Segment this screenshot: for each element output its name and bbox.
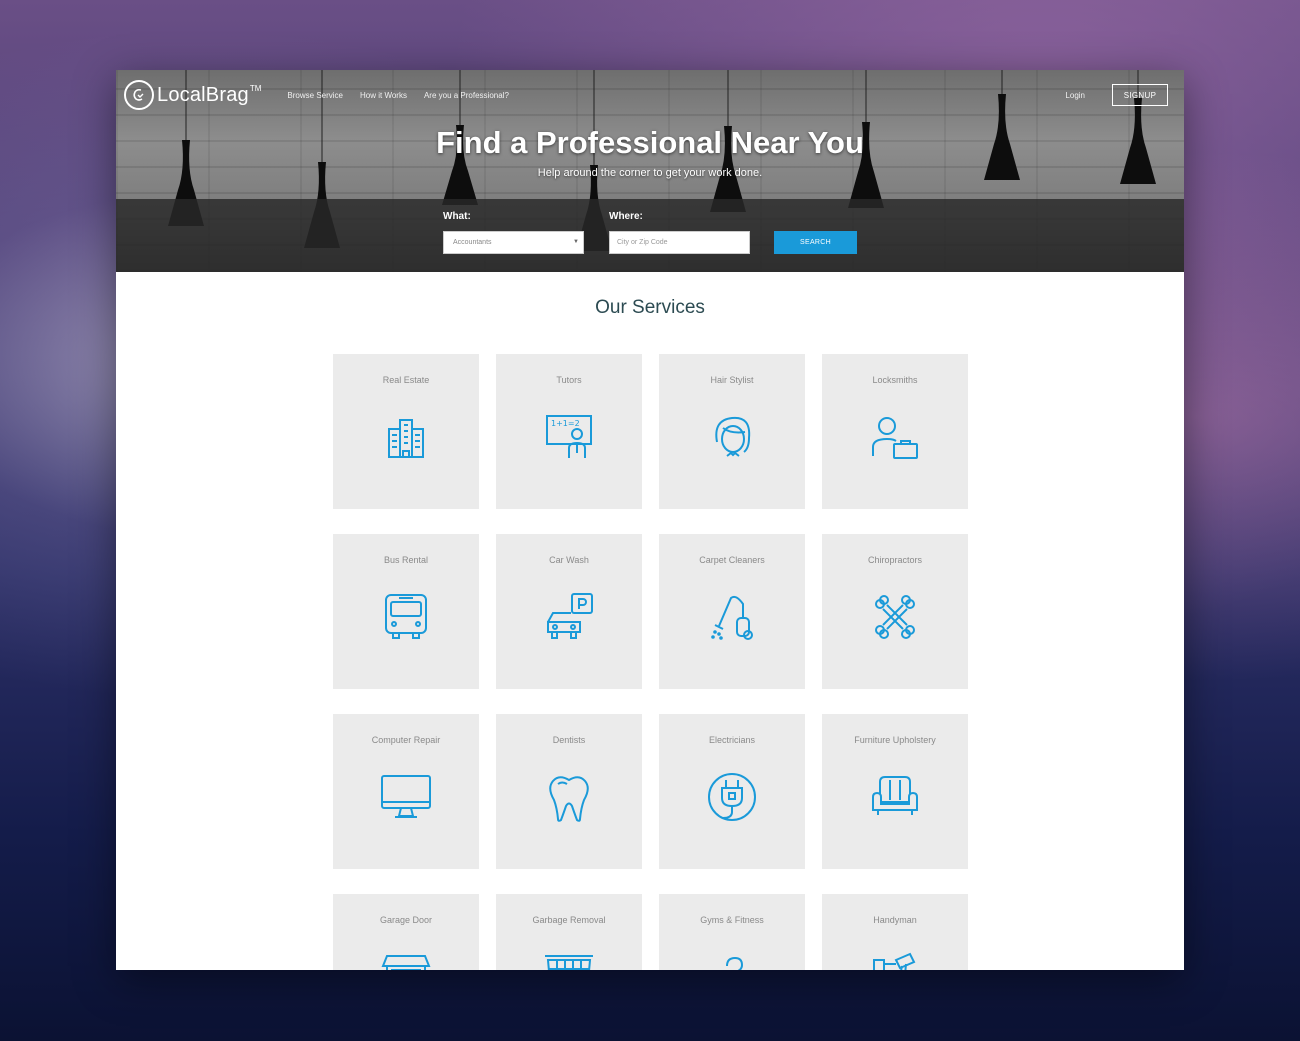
tooth-icon — [544, 772, 594, 822]
service-label: Carpet Cleaners — [699, 555, 765, 565]
service-card-hair-stylist[interactable]: Hair Stylist — [659, 354, 805, 509]
browser-window: LocalBrag TM Browse Service How it Works… — [116, 70, 1184, 970]
signup-button[interactable]: SIGNUP — [1112, 84, 1168, 106]
person-briefcase-icon — [870, 412, 920, 462]
service-card-computer-repair[interactable]: Computer Repair — [333, 714, 479, 869]
what-select[interactable]: Accountants ▼ — [443, 231, 584, 254]
service-card-tutors[interactable]: Tutors 1+1=2 — [496, 354, 642, 509]
monitor-icon — [381, 772, 431, 822]
service-label: Electricians — [708, 735, 755, 745]
service-label: Tutors — [556, 375, 582, 385]
service-label: Gyms & Fitness — [700, 915, 764, 925]
service-card-electricians[interactable]: Electricians — [659, 714, 805, 869]
logo-trademark: TM — [249, 83, 262, 93]
service-label: Dentists — [552, 735, 586, 745]
service-label: Garbage Removal — [532, 915, 606, 925]
what-select-value: Accountants — [453, 239, 492, 246]
tools-icon — [870, 952, 920, 970]
where-label: Where: — [609, 211, 643, 222]
bus-icon — [381, 592, 431, 642]
fitness-icon — [707, 952, 757, 970]
building-icon — [381, 412, 431, 462]
service-card-gyms-fitness[interactable]: Gyms & Fitness — [659, 894, 805, 970]
services-grid: Real Estate Tutors 1+1=2 Hair Stylist Lo… — [333, 354, 968, 970]
service-label: Garage Door — [379, 915, 433, 925]
service-label: Furniture Upholstery — [854, 735, 936, 745]
svg-text:1+1=2: 1+1=2 — [551, 419, 580, 428]
service-card-dentists[interactable]: Dentists — [496, 714, 642, 869]
service-label: Car Wash — [549, 555, 589, 565]
service-card-car-wash[interactable]: Car Wash — [496, 534, 642, 689]
services-title: Our Services — [595, 297, 705, 318]
service-card-garage-door[interactable]: Garage Door — [333, 894, 479, 970]
service-label: Bus Rental — [383, 555, 429, 565]
nav-link-are-you-professional[interactable]: Are you a Professional? — [424, 91, 509, 100]
service-card-bus-rental[interactable]: Bus Rental — [333, 534, 479, 689]
vacuum-cleaner-icon — [707, 592, 757, 642]
nav-links: Browse Service How it Works Are you a Pr… — [287, 91, 508, 100]
nav-link-how-it-works[interactable]: How it Works — [360, 91, 407, 100]
nav-right: Login SIGNUP — [1065, 84, 1168, 106]
crossed-bones-icon — [870, 592, 920, 642]
what-label: What: — [443, 211, 471, 222]
logo-text: LocalBrag — [157, 83, 249, 106]
service-card-locksmiths[interactable]: Locksmiths — [822, 354, 968, 509]
service-card-garbage-removal[interactable]: Garbage Removal — [496, 894, 642, 970]
service-card-real-estate[interactable]: Real Estate — [333, 354, 479, 509]
top-nav: LocalBrag TM Browse Service How it Works… — [124, 78, 1168, 112]
service-label: Handyman — [873, 915, 917, 925]
service-card-chiropractors[interactable]: Chiropractors — [822, 534, 968, 689]
hero-subtitle: Help around the corner to get your work … — [537, 167, 763, 179]
service-label: Hair Stylist — [710, 375, 754, 385]
service-label: Computer Repair — [371, 735, 441, 745]
where-input[interactable]: City or Zip Code — [609, 231, 750, 254]
armchair-icon — [870, 772, 920, 822]
chevron-down-icon: ▼ — [573, 239, 579, 245]
search-button[interactable]: SEARCH — [774, 231, 857, 254]
logo[interactable]: LocalBrag TM — [124, 80, 261, 110]
garage-icon — [381, 952, 431, 970]
dumpster-icon — [544, 952, 594, 970]
blackboard-teacher-icon: 1+1=2 — [544, 412, 594, 462]
woman-head-icon — [707, 412, 757, 462]
hero-section: LocalBrag TM Browse Service How it Works… — [116, 70, 1184, 272]
hero-title: Find a Professional Near You — [436, 125, 864, 160]
service-card-furniture-upholstery[interactable]: Furniture Upholstery — [822, 714, 968, 869]
service-card-carpet-cleaners[interactable]: Carpet Cleaners — [659, 534, 805, 689]
service-label: Chiropractors — [867, 555, 923, 565]
car-parking-icon — [544, 592, 594, 642]
plug-icon — [707, 772, 757, 822]
service-label: Locksmiths — [872, 375, 918, 385]
service-label: Real Estate — [382, 375, 430, 385]
login-link[interactable]: Login — [1065, 91, 1085, 100]
nav-link-browse-service[interactable]: Browse Service — [287, 91, 343, 100]
logo-mark-icon — [124, 80, 154, 110]
service-card-handyman[interactable]: Handyman — [822, 894, 968, 970]
